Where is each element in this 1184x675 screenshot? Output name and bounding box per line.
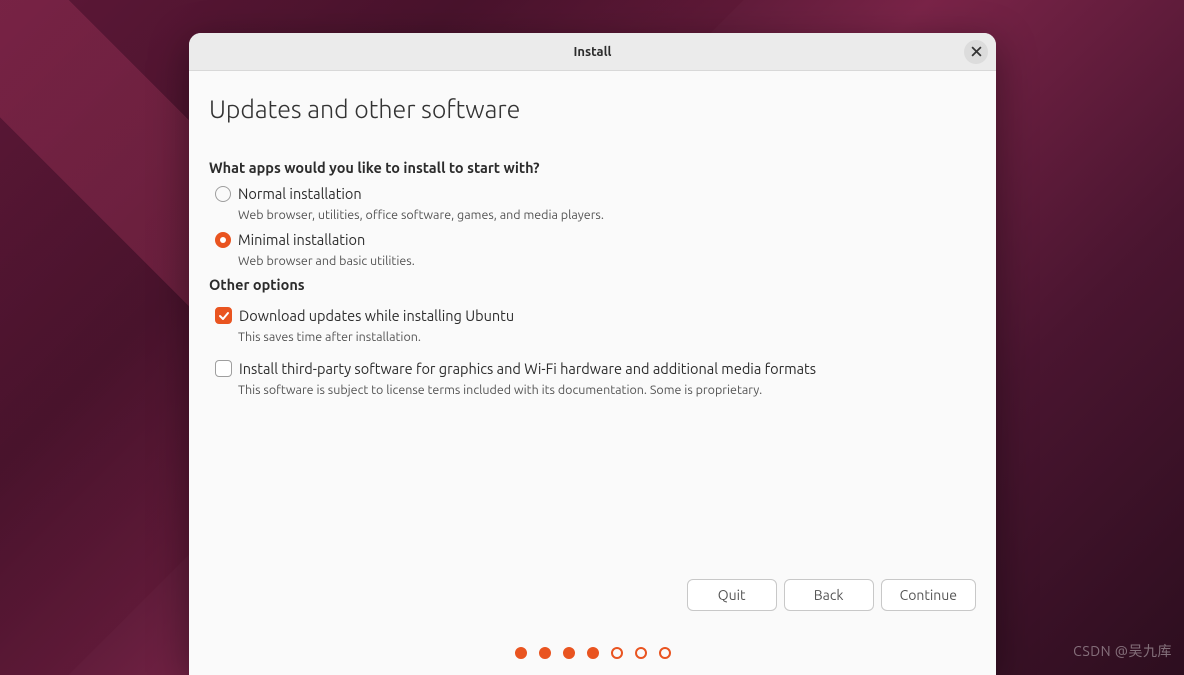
apps-question: What apps would you like to install to s… bbox=[209, 159, 976, 176]
step-dot bbox=[563, 647, 575, 659]
progress-steps bbox=[515, 647, 671, 659]
close-icon bbox=[971, 43, 982, 61]
download-updates-desc: This saves time after installation. bbox=[209, 326, 976, 350]
normal-install-label: Normal installation bbox=[238, 185, 362, 202]
step-dot bbox=[539, 647, 551, 659]
window-title: Install bbox=[574, 45, 612, 59]
step-dot bbox=[659, 647, 671, 659]
third-party-desc: This software is subject to license term… bbox=[209, 379, 976, 403]
radio-checked-icon bbox=[215, 232, 231, 248]
minimal-install-label: Minimal installation bbox=[238, 231, 365, 248]
step-dot bbox=[515, 647, 527, 659]
other-options-heading: Other options bbox=[209, 276, 976, 293]
third-party-label: Install third-party software for graphic… bbox=[239, 360, 816, 377]
minimal-install-option[interactable]: Minimal installation bbox=[209, 228, 976, 250]
step-dot bbox=[611, 647, 623, 659]
watermark-text: CSDN @吴九库 bbox=[1073, 641, 1172, 661]
back-button[interactable]: Back bbox=[784, 579, 874, 611]
radio-icon bbox=[215, 186, 231, 202]
close-button[interactable] bbox=[964, 40, 988, 64]
third-party-option[interactable]: Install third-party software for graphic… bbox=[209, 350, 976, 379]
normal-install-desc: Web browser, utilities, office software,… bbox=[209, 204, 976, 228]
step-dot bbox=[635, 647, 647, 659]
download-updates-label: Download updates while installing Ubuntu bbox=[239, 307, 514, 324]
titlebar: Install bbox=[189, 33, 996, 71]
download-updates-option[interactable]: Download updates while installing Ubuntu bbox=[209, 299, 976, 326]
continue-button[interactable]: Continue bbox=[881, 579, 976, 611]
checkbox-checked-icon bbox=[215, 307, 232, 324]
checkbox-icon bbox=[215, 360, 232, 377]
normal-install-option[interactable]: Normal installation bbox=[209, 182, 976, 204]
step-dot bbox=[587, 647, 599, 659]
minimal-install-desc: Web browser and basic utilities. bbox=[209, 250, 976, 274]
button-row: Quit Back Continue bbox=[687, 579, 976, 611]
installer-window: Install Updates and other software What … bbox=[189, 33, 996, 675]
quit-button[interactable]: Quit bbox=[687, 579, 777, 611]
page-heading: Updates and other software bbox=[209, 95, 976, 123]
